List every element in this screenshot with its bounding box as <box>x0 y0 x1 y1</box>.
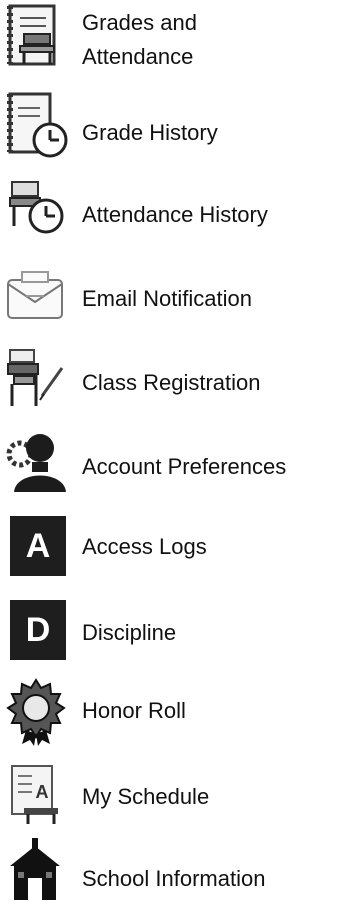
nav-item-grade-history[interactable]: Grade History <box>0 88 344 164</box>
nav-item-class-registration[interactable]: Class Registration <box>0 342 344 420</box>
svg-text:A: A <box>26 527 51 565</box>
nav-item-email-notification[interactable]: Email Notification <box>0 258 344 336</box>
award-seal-icon <box>2 676 72 746</box>
nav-item-account-preferences[interactable]: Account Preferences <box>0 424 344 504</box>
svg-text:A: A <box>36 782 49 802</box>
nav-item-label: School Information <box>82 866 266 891</box>
grade-history-clock-icon <box>2 90 72 160</box>
nav-item-label: Attendance History <box>82 202 268 227</box>
nav-item-label: Email Notification <box>82 286 252 311</box>
desk-registration-icon <box>2 344 72 414</box>
letter-d-badge-icon: D <box>2 594 72 664</box>
nav-item-label: My Schedule <box>82 784 210 809</box>
nav-item-label: Account Preferences <box>82 454 287 479</box>
gradebook-icon <box>2 2 72 72</box>
nav-item-label: Class Registration <box>82 370 261 395</box>
schedule-sheet-icon: A <box>2 758 72 828</box>
nav-item-honor-roll[interactable]: Honor Roll <box>0 676 344 752</box>
nav-item-my-schedule[interactable]: A My Schedule <box>0 756 344 830</box>
letter-a-badge-icon: A <box>2 510 72 580</box>
nav-item-label: Access Logs <box>82 534 207 559</box>
nav-item-attendance-history[interactable]: Attendance History <box>0 172 344 250</box>
envelope-icon <box>2 260 72 330</box>
school-building-icon <box>2 836 72 906</box>
nav-item-label: Grades and Attendance <box>82 10 197 69</box>
student-portal-nav: Grades and Attendance Grade History Atte… <box>0 0 344 911</box>
nav-item-label: Grade History <box>82 120 218 145</box>
nav-item-discipline[interactable]: D Discipline <box>0 592 344 670</box>
nav-item-school-information[interactable]: School Information <box>0 832 344 910</box>
nav-item-label: Discipline <box>82 620 177 645</box>
attendance-history-clock-icon <box>2 176 72 246</box>
nav-item-label: Honor Roll <box>82 698 186 723</box>
svg-text:D: D <box>26 611 51 649</box>
user-silhouette-icon <box>2 426 72 496</box>
nav-item-access-logs[interactable]: A Access Logs <box>0 508 344 586</box>
nav-item-grades-and-attendance[interactable]: Grades and Attendance <box>0 0 344 82</box>
